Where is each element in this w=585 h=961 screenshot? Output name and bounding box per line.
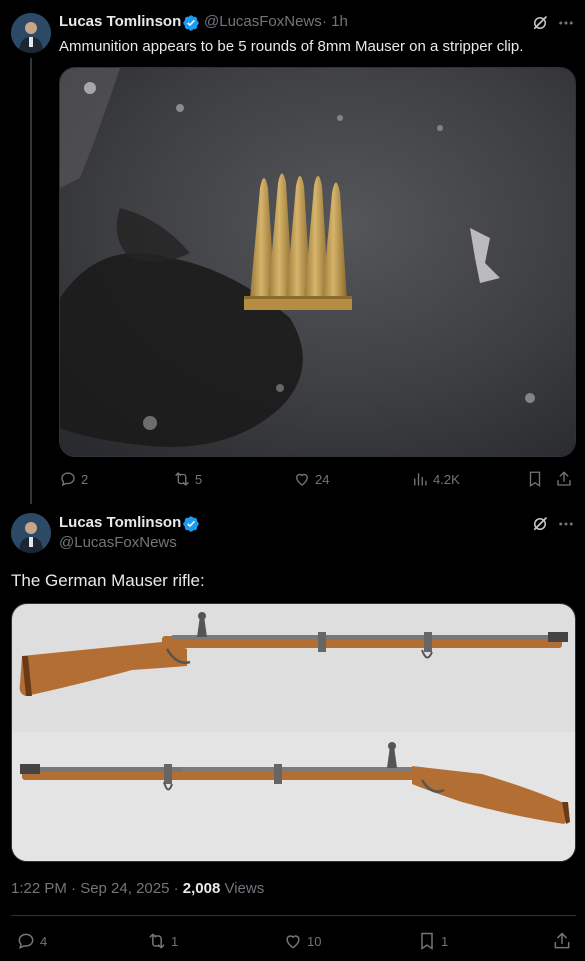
- like-count: 10: [307, 933, 322, 949]
- like-button[interactable]: 24: [293, 468, 329, 490]
- more-icon[interactable]: [557, 515, 575, 533]
- post-time[interactable]: · 1h: [322, 13, 348, 30]
- repost-button[interactable]: 5: [173, 468, 202, 490]
- reply-button[interactable]: 4: [16, 930, 47, 952]
- more-icon[interactable]: [557, 14, 575, 32]
- like-button[interactable]: 10: [283, 930, 321, 952]
- share-button[interactable]: [555, 468, 573, 490]
- views-label: Views: [220, 880, 265, 897]
- repost-icon: [149, 933, 165, 949]
- views-count: 2,008: [182, 880, 221, 897]
- bookmark-button[interactable]: [526, 468, 544, 490]
- post-image-ammunition[interactable]: [59, 67, 576, 457]
- repost-button[interactable]: 1: [147, 930, 178, 952]
- reply-button[interactable]: 2: [59, 468, 88, 490]
- like-count: 24: [315, 471, 330, 487]
- post-time[interactable]: 1:22 PM · Sep 24, 2025 ·: [11, 880, 183, 897]
- grok-icon[interactable]: [531, 14, 549, 32]
- bookmark-icon: [529, 471, 541, 488]
- reply-count: 2: [81, 471, 89, 487]
- repost-icon: [175, 472, 189, 486]
- author-name[interactable]: Lucas Tomlinson: [59, 514, 181, 531]
- bookmark-count: 1: [441, 933, 449, 949]
- like-icon: [286, 935, 300, 949]
- grok-icon[interactable]: [531, 515, 549, 533]
- verified-badge-icon: [183, 516, 199, 532]
- post-text: The German Mauser rifle:: [11, 571, 205, 590]
- reply-icon: [18, 933, 34, 949]
- avatar[interactable]: [11, 513, 51, 553]
- author-handle[interactable]: @LucasFoxNews: [204, 13, 322, 30]
- like-icon: [296, 473, 308, 486]
- share-icon: [557, 471, 571, 486]
- reply-icon: [61, 472, 75, 487]
- post-image-rifle[interactable]: [11, 603, 576, 862]
- post-2-actions: 4 1 10 1: [11, 930, 576, 954]
- author-name[interactable]: Lucas Tomlinson: [59, 13, 181, 30]
- views-count: 4.2K: [433, 471, 460, 487]
- views-button[interactable]: 4.2K: [411, 468, 460, 490]
- post-text: Ammunition appears to be 5 rounds of 8mm…: [59, 38, 524, 55]
- bookmark-icon: [421, 932, 433, 950]
- reply-count: 4: [40, 933, 48, 949]
- thread-line: [30, 58, 32, 504]
- share-button[interactable]: [552, 930, 572, 952]
- divider: [11, 915, 576, 916]
- share-icon: [554, 932, 570, 949]
- author-handle[interactable]: @LucasFoxNews: [59, 534, 177, 551]
- bookmark-button[interactable]: 1: [417, 930, 448, 952]
- verified-badge-icon: [183, 15, 199, 31]
- avatar[interactable]: [11, 13, 51, 53]
- views-icon: [414, 473, 427, 486]
- post-timestamp[interactable]: 1:22 PM · Sep 24, 2025 · 2,008 Views: [11, 880, 264, 897]
- post-1-actions: 2 5 24 4.2K: [59, 468, 576, 490]
- repost-count: 1: [171, 933, 179, 949]
- repost-count: 5: [195, 471, 203, 487]
